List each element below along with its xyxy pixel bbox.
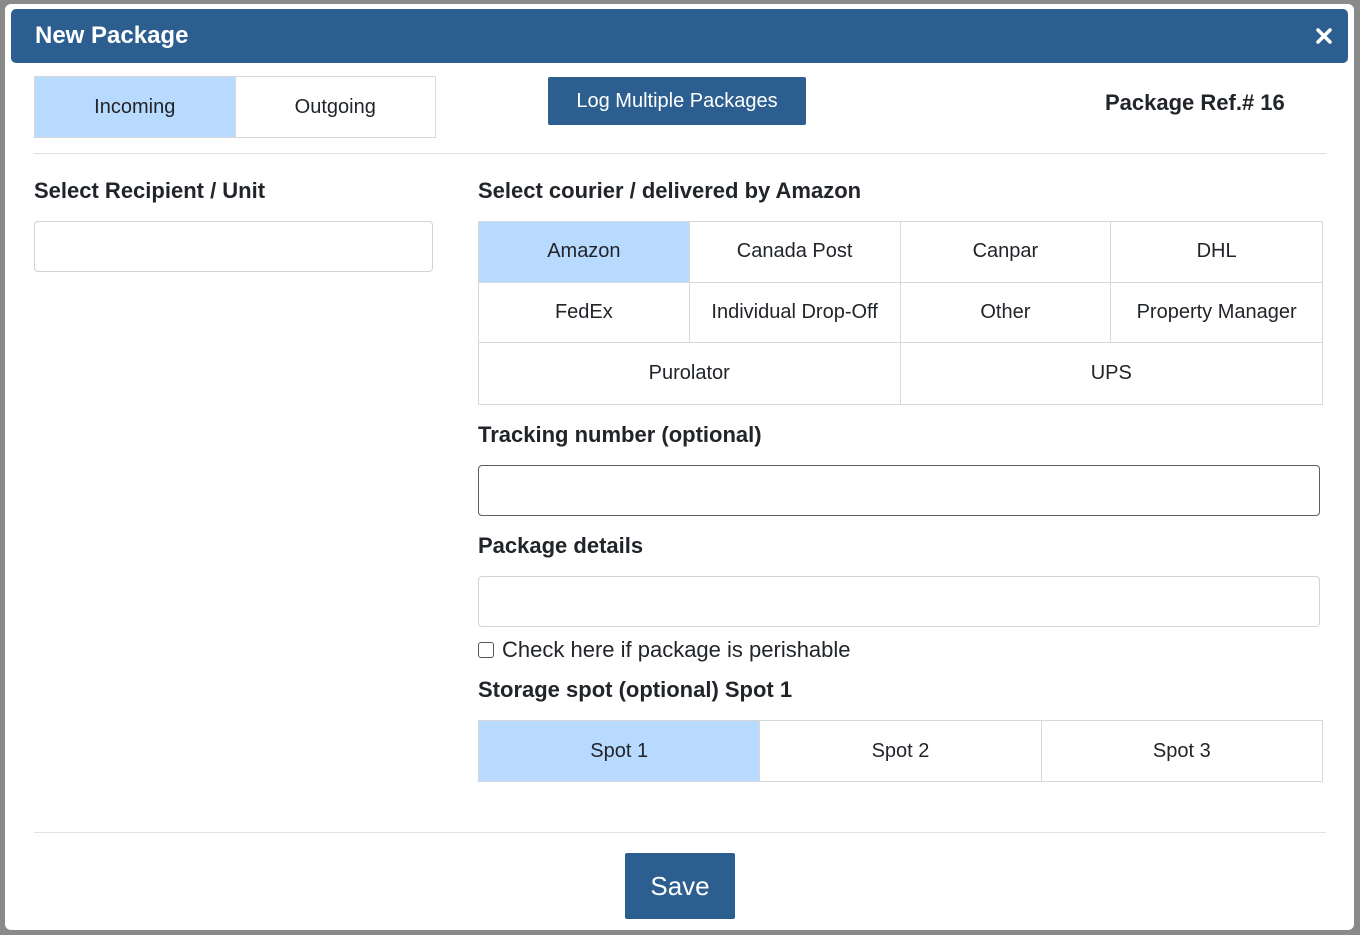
modal-header: New Package xyxy=(11,9,1348,63)
package-details-label: Package details xyxy=(478,533,644,558)
courier-option-individual-drop-off[interactable]: Individual Drop-Off xyxy=(689,282,901,344)
modal-title: New Package xyxy=(35,22,189,49)
package-details-input[interactable] xyxy=(478,576,1320,627)
courier-selector: Amazon Canada Post Canpar DHL FedEx Indi… xyxy=(478,221,1323,405)
tracking-label: Tracking number (optional) xyxy=(478,422,762,447)
save-button[interactable]: Save xyxy=(625,853,735,919)
courier-option-dhl[interactable]: DHL xyxy=(1111,222,1322,283)
perishable-checkbox[interactable] xyxy=(478,642,494,658)
new-package-modal: New Package Incoming Outgoing Log Multip… xyxy=(5,4,1354,930)
recipient-label: Select Recipient / Unit xyxy=(34,178,266,203)
package-ref-number: Package Ref.# 16 xyxy=(1105,90,1285,115)
courier-option-canpar[interactable]: Canpar xyxy=(900,222,1112,283)
outgoing-option[interactable]: Outgoing xyxy=(235,77,435,137)
incoming-option[interactable]: Incoming xyxy=(35,77,236,137)
courier-option-purolator[interactable]: Purolator xyxy=(479,343,901,404)
courier-option-fedex[interactable]: FedEx xyxy=(479,282,690,344)
recipient-input[interactable] xyxy=(34,221,433,272)
storage-label: Storage spot (optional) Spot 1 xyxy=(478,677,793,702)
perishable-checkbox-row: Check here if package is perishable xyxy=(478,637,851,663)
bottom-divider xyxy=(34,832,1326,833)
perishable-label: Check here if package is perishable xyxy=(502,637,851,662)
courier-option-ups[interactable]: UPS xyxy=(900,343,1322,404)
spot-option-3[interactable]: Spot 3 xyxy=(1041,721,1322,781)
direction-toggle: Incoming Outgoing xyxy=(34,76,436,138)
log-multiple-packages-button[interactable]: Log Multiple Packages xyxy=(548,77,806,125)
tracking-number-input[interactable] xyxy=(478,465,1320,516)
spot-option-2[interactable]: Spot 2 xyxy=(760,721,1042,781)
close-icon xyxy=(1316,28,1332,44)
spot-option-1[interactable]: Spot 1 xyxy=(479,721,761,781)
courier-option-amazon[interactable]: Amazon xyxy=(479,222,690,283)
courier-option-canada-post[interactable]: Canada Post xyxy=(689,222,901,283)
courier-option-other[interactable]: Other xyxy=(900,282,1112,344)
courier-label: Select courier / delivered by Amazon xyxy=(478,178,862,203)
top-divider xyxy=(34,153,1326,154)
storage-spot-selector: Spot 1 Spot 2 Spot 3 xyxy=(478,720,1323,782)
courier-option-property-manager[interactable]: Property Manager xyxy=(1111,282,1322,344)
close-button[interactable] xyxy=(1314,26,1334,46)
